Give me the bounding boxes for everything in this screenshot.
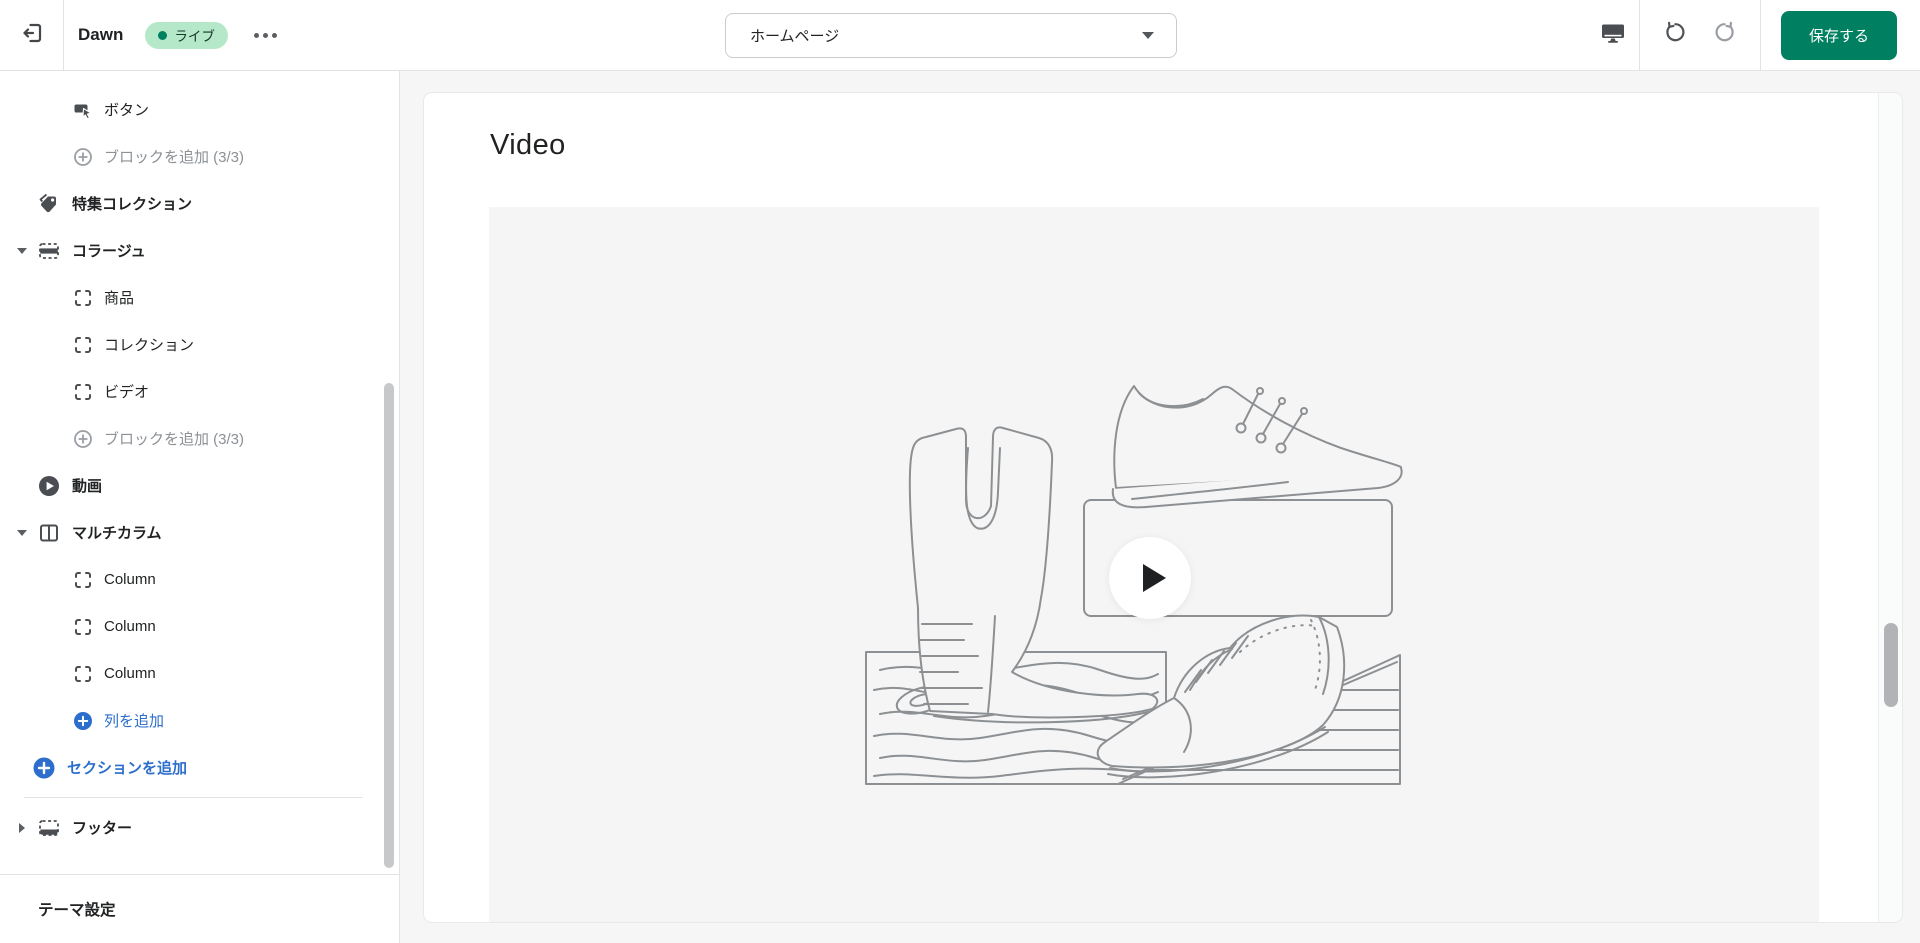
video-section-heading: Video <box>490 129 566 161</box>
add-column-button[interactable]: 列を追加 <box>0 697 399 744</box>
live-status-badge: ライブ <box>145 21 228 49</box>
sidebar-section-multicolumn[interactable]: マルチカラム <box>0 509 399 556</box>
sections-sidebar: ボタン ブロックを追加 (3/3) 特集コレクション コラージュ 商品 コレクシ… <box>0 71 400 943</box>
undo-button[interactable] <box>1648 0 1700 70</box>
redo-icon <box>1714 21 1738 50</box>
editor-canvas: Video <box>400 71 1920 943</box>
sidebar-add-block-disabled[interactable]: ブロックを追加 (3/3) <box>0 415 399 462</box>
sidebar-section-featured-collection[interactable]: 特集コレクション <box>0 180 399 227</box>
page-selector-value: ホームページ <box>750 28 840 45</box>
sidebar-item-video-block[interactable]: ビデオ <box>0 368 399 415</box>
topbar-left-group: Dawn ライブ <box>64 0 281 70</box>
chevron-down-icon[interactable] <box>14 525 30 541</box>
undo-redo-group <box>1640 0 1760 70</box>
divider <box>1760 0 1761 70</box>
sidebar-section-collage[interactable]: コラージュ <box>0 227 399 274</box>
play-circle-icon <box>37 474 61 498</box>
exit-editor-button[interactable] <box>0 0 64 70</box>
sidebar-item-column[interactable]: Column <box>0 650 399 697</box>
exit-icon <box>20 21 44 50</box>
sidebar-item-button-block[interactable]: ボタン <box>0 86 399 133</box>
theme-settings-button[interactable]: テーマ設定 <box>0 874 399 943</box>
sidebar-section-video[interactable]: 動画 <box>0 462 399 509</box>
sidebar-item-product[interactable]: 商品 <box>0 274 399 321</box>
live-badge-label: ライブ <box>174 29 215 44</box>
play-icon <box>1143 564 1166 592</box>
footer-icon <box>37 816 61 840</box>
topbar-right-group: 保存する <box>1587 0 1920 70</box>
page-selector-dropdown[interactable]: ホームページ <box>725 13 1177 58</box>
desktop-icon <box>1600 21 1626 50</box>
plus-filled-icon <box>32 756 56 780</box>
plus-circle-icon <box>73 147 93 167</box>
tag-icon <box>37 192 61 216</box>
collage-icon <box>37 239 61 263</box>
theme-name: Dawn <box>78 25 124 44</box>
chevron-right-icon[interactable] <box>14 820 30 836</box>
theme-preview-page: Video <box>424 93 1902 922</box>
block-brackets-icon <box>73 664 93 684</box>
desktop-preview-button[interactable] <box>1587 0 1639 70</box>
plus-filled-icon <box>73 711 93 731</box>
block-brackets-icon <box>73 288 93 308</box>
redo-button[interactable] <box>1700 0 1752 70</box>
live-dot-icon <box>158 30 168 40</box>
sidebar-item-column[interactable]: Column <box>0 603 399 650</box>
sidebar-scroll-area: ボタン ブロックを追加 (3/3) 特集コレクション コラージュ 商品 コレクシ… <box>0 71 399 874</box>
sidebar-section-footer[interactable]: フッター <box>0 804 399 851</box>
block-brackets-icon <box>73 335 93 355</box>
preview-scrollbar-track[interactable] <box>1878 93 1902 922</box>
video-section-preview[interactable] <box>489 207 1819 922</box>
chevron-down-icon <box>1142 32 1154 39</box>
add-section-button[interactable]: セクションを追加 <box>0 744 399 791</box>
block-brackets-icon <box>73 570 93 590</box>
button-cursor-icon <box>73 100 93 120</box>
more-actions-button[interactable] <box>250 25 281 46</box>
divider <box>24 797 363 798</box>
sidebar-scrollbar-thumb[interactable] <box>384 383 394 868</box>
undo-icon <box>1662 21 1686 50</box>
columns-icon <box>37 521 61 545</box>
more-dots-icon <box>253 32 259 38</box>
sidebar-item-collection[interactable]: コレクション <box>0 321 399 368</box>
preview-scrollbar-thumb[interactable] <box>1884 623 1898 707</box>
chevron-down-icon[interactable] <box>14 243 30 259</box>
sidebar-item-column[interactable]: Column <box>0 556 399 603</box>
play-button[interactable] <box>1109 537 1191 619</box>
plus-circle-icon <box>73 429 93 449</box>
block-brackets-icon <box>73 382 93 402</box>
save-button[interactable]: 保存する <box>1781 10 1897 60</box>
top-bar: Dawn ライブ ホームページ 保存する <box>0 0 1920 71</box>
sidebar-add-block-disabled[interactable]: ブロックを追加 (3/3) <box>0 133 399 180</box>
block-brackets-icon <box>73 617 93 637</box>
